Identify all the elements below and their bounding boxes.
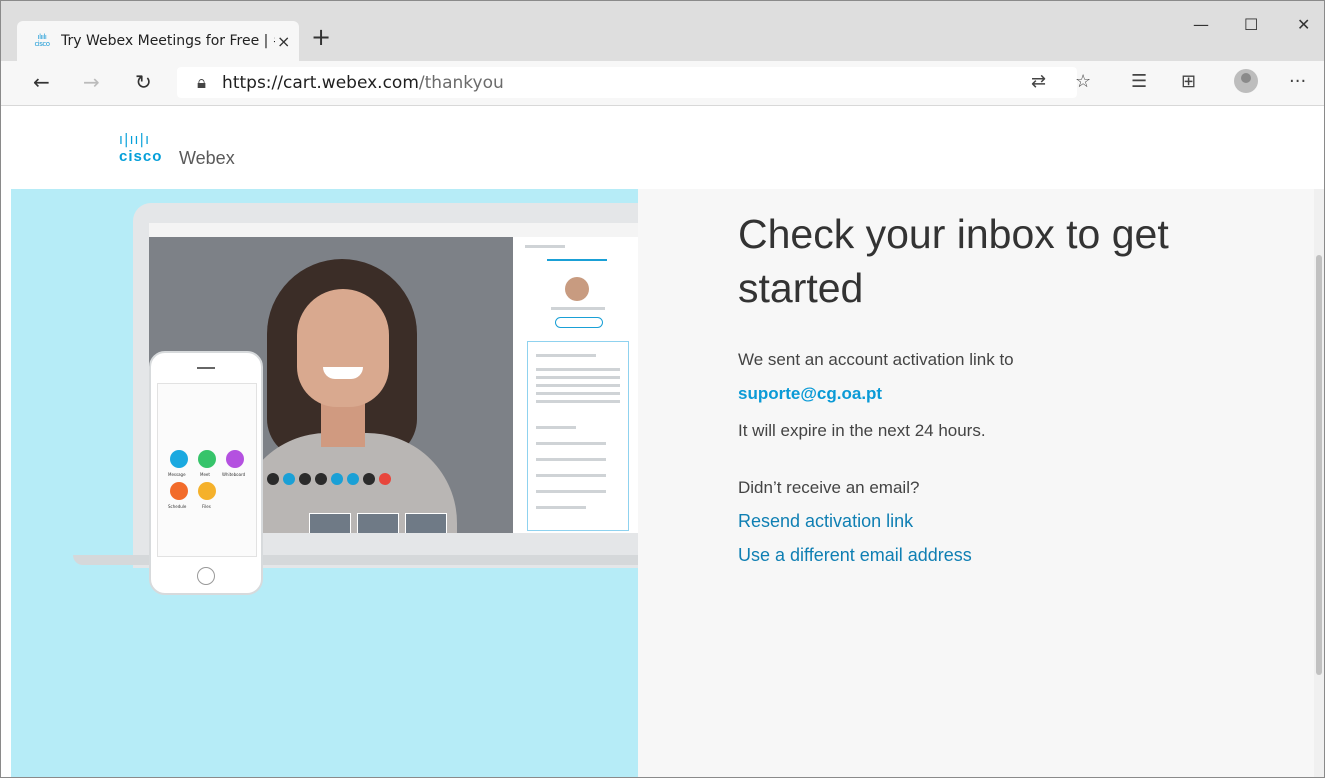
sent-link-text: We sent an account activation link to <box>738 350 1014 369</box>
browser-window: ılıılı cisco Try Webex Meetings for Free … <box>0 0 1325 778</box>
webex-favicon-icon: ılıılı cisco <box>34 33 50 48</box>
scrollbar-thumb[interactable] <box>1316 255 1322 675</box>
message-app-icon <box>170 450 188 468</box>
refresh-button[interactable]: ↻ <box>135 70 152 94</box>
browser-toolbar: ← → ↻ 🔒︎ https://cart.webex.com/thankyou… <box>1 61 1324 106</box>
participant-thumbnails <box>309 513 447 533</box>
resend-activation-link[interactable]: Resend activation link <box>738 511 913 531</box>
address-bar[interactable]: 🔒︎ https://cart.webex.com/thankyou <box>177 67 1077 98</box>
schedule-app-icon <box>170 482 188 500</box>
profile-avatar-icon[interactable] <box>1234 69 1258 93</box>
different-email-row: Use a different email address <box>738 545 972 566</box>
no-email-text: Didn’t receive an email? <box>738 478 920 497</box>
phone-screen: Message Meet Whiteboard Schedule Files <box>157 383 257 557</box>
more-menu-icon[interactable]: ··· <box>1289 71 1306 92</box>
url-path: /thankyou <box>418 72 504 93</box>
contact-side-panel <box>517 237 638 533</box>
url-host: https://cart.webex.com <box>222 72 419 93</box>
different-email-link[interactable]: Use a different email address <box>738 545 972 565</box>
phone-illustration: Message Meet Whiteboard Schedule Files <box>149 351 263 595</box>
page-title: Check your inbox to get started <box>738 211 1169 311</box>
main-content: Check your inbox to get started We sent … <box>638 189 1314 777</box>
minimize-button[interactable]: — <box>1193 15 1209 34</box>
url-text[interactable]: https://cart.webex.com/thankyou <box>222 73 504 93</box>
hero-illustration: Message Meet Whiteboard Schedule Files <box>11 189 638 777</box>
expire-text: It will expire in the next 24 hours. <box>738 421 986 440</box>
call-controls-icon <box>267 473 391 485</box>
webpage: ı|ıı|ı cisco Webex Message Meet Whiteboa… <box>1 106 1324 777</box>
favorites-list-icon[interactable]: ☰ <box>1131 71 1147 92</box>
phone-label-schedule: Schedule <box>168 504 187 509</box>
contact-avatar <box>565 277 589 301</box>
site-header: ı|ıı|ı cisco Webex <box>1 106 1324 189</box>
maximize-button[interactable]: ☐ <box>1244 15 1258 34</box>
phone-label-files: Files <box>202 504 211 509</box>
contact-card <box>527 341 629 531</box>
whiteboard-app-icon <box>226 450 244 468</box>
page-scrollbar[interactable] <box>1314 189 1324 777</box>
close-window-button[interactable]: ✕ <box>1297 15 1310 34</box>
meet-app-icon <box>198 450 216 468</box>
favorite-star-icon[interactable]: ☆ <box>1075 71 1091 92</box>
translate-icon[interactable]: ⇄ <box>1031 71 1046 92</box>
webex-logo-text[interactable]: Webex <box>179 148 235 169</box>
back-button[interactable]: ← <box>33 70 50 94</box>
new-tab-button[interactable]: + <box>311 25 331 49</box>
tab-title: Try Webex Meetings for Free | #1 <box>61 33 275 49</box>
app-title-bar <box>149 223 638 237</box>
phone-speaker <box>197 367 215 369</box>
email-address-row: suporte@cg.oa.pt <box>738 384 882 404</box>
files-app-icon <box>198 482 216 500</box>
phone-label-message: Message <box>168 472 186 477</box>
email-address: suporte@cg.oa.pt <box>738 384 883 403</box>
forward-button[interactable]: → <box>83 70 100 94</box>
close-tab-icon[interactable]: × <box>277 32 290 51</box>
browser-tab[interactable]: ılıılı cisco Try Webex Meetings for Free … <box>17 21 299 61</box>
panel-button <box>555 317 603 328</box>
cisco-logo-text[interactable]: cisco <box>119 148 162 165</box>
phone-label-whiteboard: Whiteboard <box>222 472 246 477</box>
cisco-bars-logo-icon: ı|ıı|ı <box>119 132 150 148</box>
lock-icon: 🔒︎ <box>197 72 207 93</box>
collections-icon[interactable]: ⊞ <box>1181 71 1196 92</box>
phone-label-meet: Meet <box>200 472 210 477</box>
phone-home-button <box>197 567 215 585</box>
tab-strip: ılıılı cisco Try Webex Meetings for Free … <box>1 1 1324 61</box>
resend-row: Resend activation link <box>738 511 913 532</box>
